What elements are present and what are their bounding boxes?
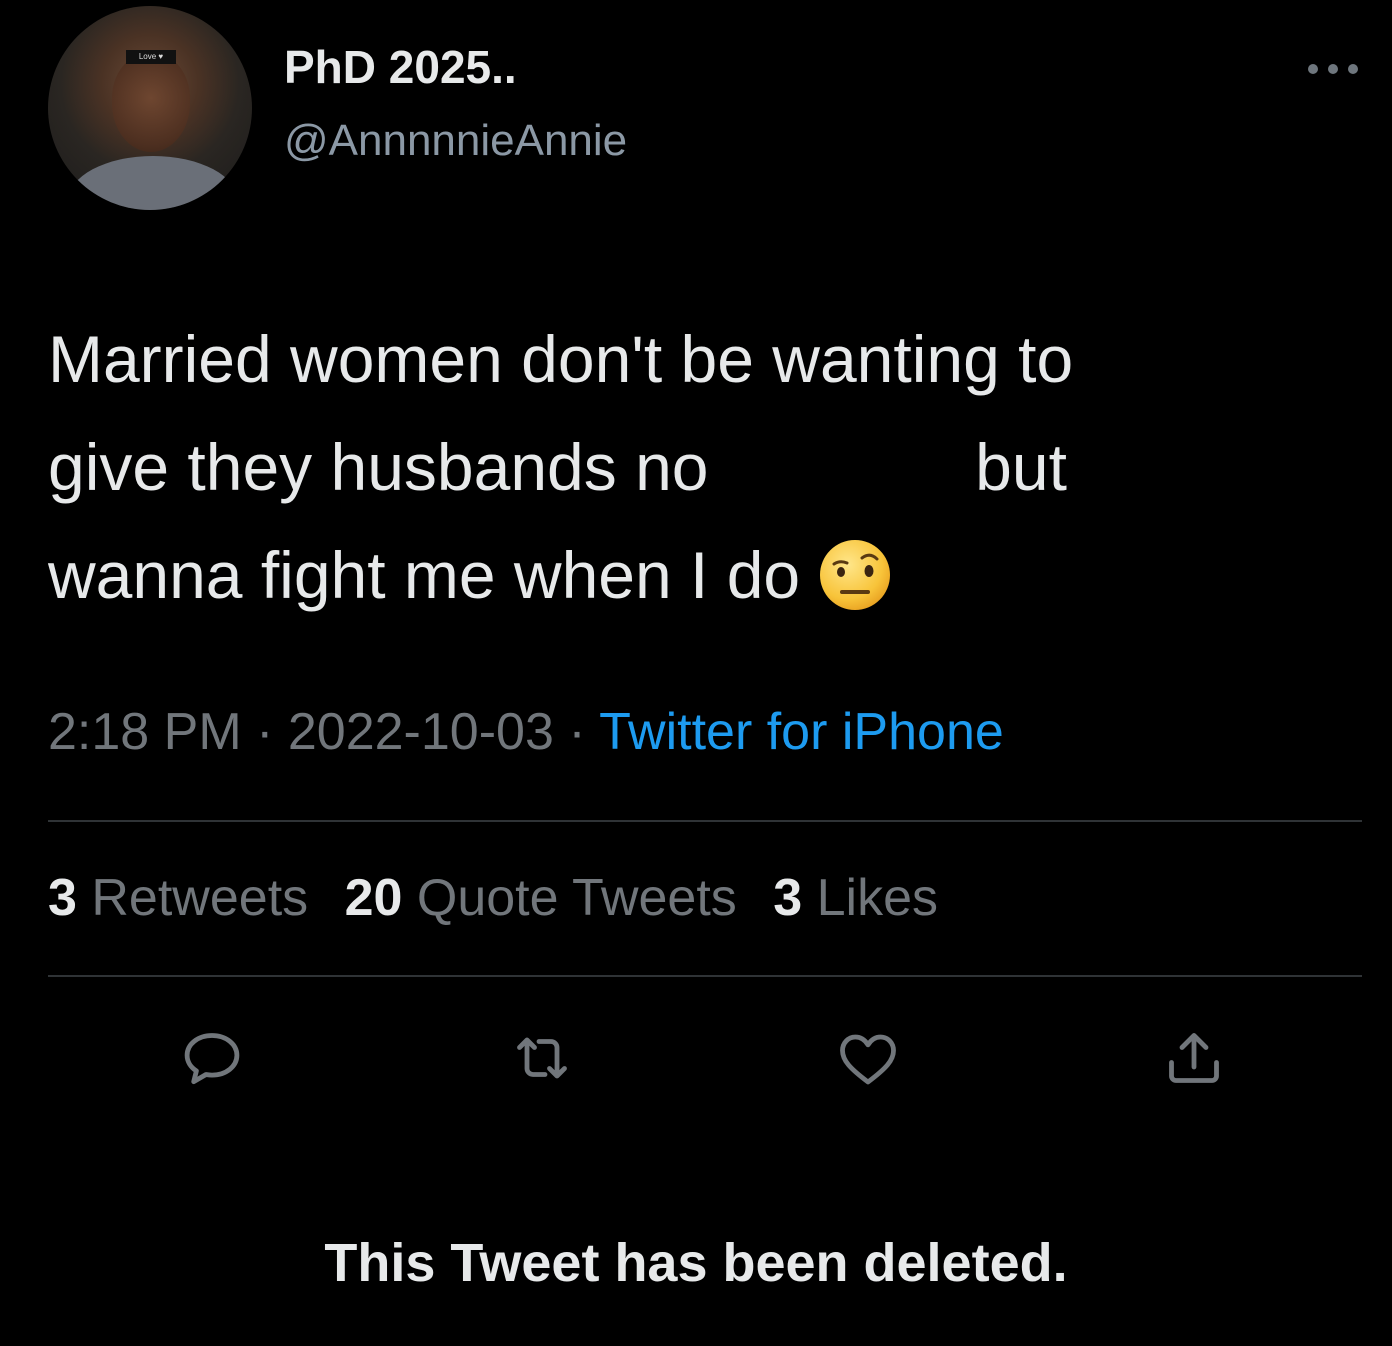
quote-tweets-label: Quote Tweets (416, 869, 737, 927)
retweets-label: Retweets (91, 869, 309, 927)
tweet-text: Married women don't be wanting to give t… (48, 305, 1348, 629)
redacted-word (727, 480, 957, 490)
more-dot (1348, 64, 1358, 74)
tweet-meta: 2:18 PM · 2022-10-03 · Twitter for iPhon… (48, 702, 1004, 762)
divider (48, 820, 1362, 822)
likes-label: Likes (816, 869, 939, 927)
tweet-line-2-end: but (975, 430, 1067, 504)
retweets-stat[interactable]: 3 Retweets (48, 869, 308, 927)
avatar-badge: Love ♥ (126, 50, 176, 64)
tweet-stats: 3 Retweets 20 Quote Tweets 3 Likes (48, 868, 960, 928)
share-icon[interactable] (1158, 1022, 1230, 1094)
likes-count: 3 (773, 869, 803, 927)
more-options-icon[interactable] (1308, 54, 1358, 84)
tweet-line-2: give they husbands no but (48, 413, 1348, 521)
avatar[interactable]: Love ♥ (48, 6, 252, 210)
quote-tweets-stat[interactable]: 20 Quote Tweets (345, 869, 737, 927)
heart-icon[interactable] (832, 1022, 904, 1094)
meta-separator: · (553, 703, 600, 761)
tweet-line-3: wanna fight me when I do (48, 521, 1348, 629)
tweet-date[interactable]: 2022-10-03 (288, 703, 554, 761)
more-dot (1308, 64, 1318, 74)
retweet-icon[interactable] (506, 1022, 578, 1094)
divider (48, 975, 1362, 977)
user-handle[interactable]: @AnnnnnieAnnie (284, 116, 627, 166)
quote-tweets-count: 20 (344, 869, 403, 927)
tweet-source-link[interactable]: Twitter for iPhone (599, 703, 1004, 761)
reply-icon[interactable] (176, 1022, 248, 1094)
tweet-line-1: Married women don't be wanting to (48, 322, 1074, 396)
face-with-raised-eyebrow-icon (820, 539, 891, 610)
meta-separator: · (241, 703, 288, 761)
more-dot (1328, 64, 1338, 74)
tweet-line-3-text: wanna fight me when I do (48, 538, 801, 612)
avatar-face (112, 54, 190, 152)
retweets-count: 3 (48, 869, 77, 927)
avatar-shoulder (68, 156, 238, 210)
tweet-card: Love ♥ PhD 2025.. @AnnnnnieAnnie Married… (0, 0, 1392, 1346)
likes-stat[interactable]: 3 Likes (773, 869, 938, 927)
tweet-line-2-start: give they husbands no (48, 430, 709, 504)
tweet-time[interactable]: 2:18 PM (48, 703, 242, 761)
deleted-notice: This Tweet has been deleted. (324, 1233, 1068, 1293)
display-name[interactable]: PhD 2025.. (284, 40, 517, 94)
